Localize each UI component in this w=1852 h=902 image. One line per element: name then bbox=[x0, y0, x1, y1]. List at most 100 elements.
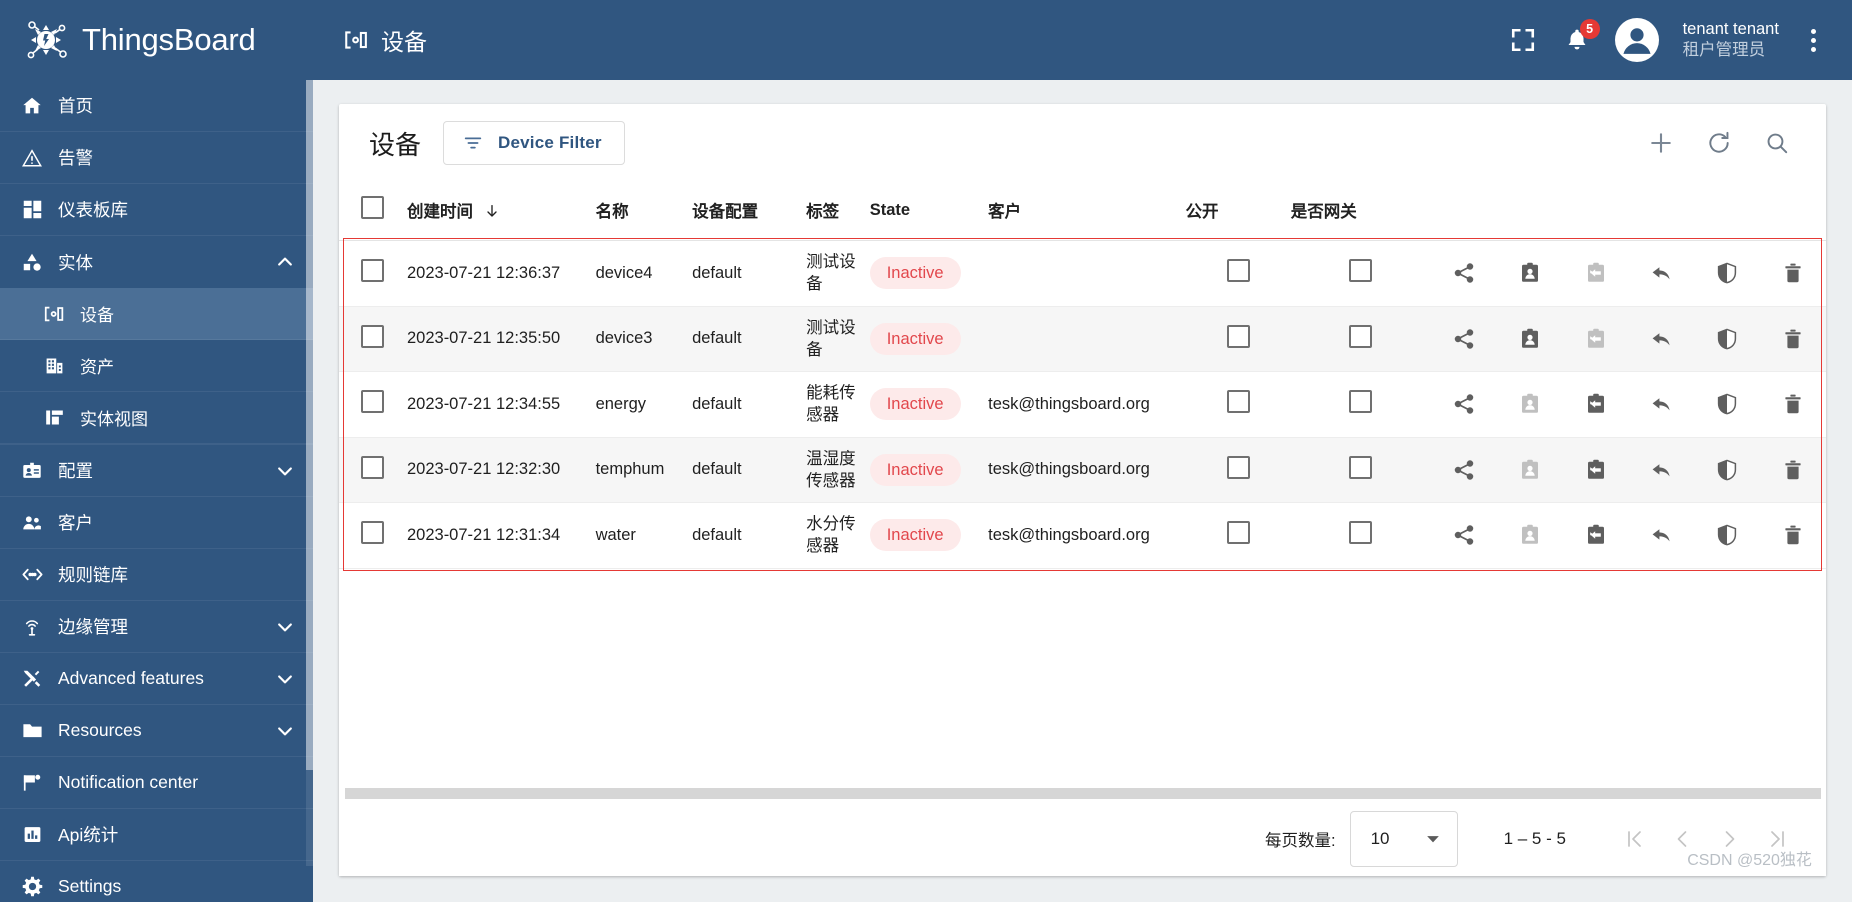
column-header-profile[interactable]: 设备配置 bbox=[692, 182, 807, 241]
devices-table-scroll[interactable]: 创建时间 名称 设备配置 标签 State 客户 公开 是否网关 2023-07… bbox=[339, 182, 1826, 785]
gateway-checkbox[interactable] bbox=[1349, 455, 1373, 479]
sidebar-item-alarms[interactable]: 告警 bbox=[0, 132, 313, 184]
brand[interactable]: ThingsBoard bbox=[0, 0, 313, 80]
table-row[interactable]: 2023-07-21 12:36:37 device4 default 测试设备 Ina… bbox=[339, 240, 1826, 307]
cell-public bbox=[1185, 437, 1291, 504]
manage-credentials-shield-icon[interactable] bbox=[1714, 457, 1740, 483]
delete-trash-icon[interactable] bbox=[1780, 457, 1806, 483]
sidebar-item-entities[interactable]: 实体 bbox=[0, 236, 313, 288]
sidebar-item-entity-views[interactable]: 实体视图 bbox=[0, 392, 313, 444]
chevron-down-icon[interactable] bbox=[275, 617, 295, 637]
manage-credentials-shield-icon[interactable] bbox=[1714, 522, 1740, 548]
column-header-actions bbox=[1760, 182, 1826, 241]
unassign-from-customer-icon[interactable] bbox=[1583, 522, 1609, 548]
column-header-gateway[interactable]: 是否网关 bbox=[1290, 182, 1432, 241]
column-header-label[interactable]: 标签 bbox=[806, 182, 870, 241]
horizontal-scrollbar-thumb[interactable] bbox=[345, 788, 1821, 799]
public-checkbox[interactable] bbox=[1226, 259, 1250, 283]
share-icon[interactable] bbox=[1451, 326, 1477, 352]
table-row[interactable]: 2023-07-21 12:31:34 water default 水分传感器 Inac… bbox=[339, 502, 1826, 569]
share-icon[interactable] bbox=[1451, 260, 1477, 286]
sidebar-item-customers[interactable]: 客户 bbox=[0, 497, 313, 549]
assign-to-customer-icon[interactable] bbox=[1517, 326, 1543, 352]
assign-to-customer-icon[interactable] bbox=[1517, 260, 1543, 286]
public-checkbox[interactable] bbox=[1226, 455, 1250, 479]
row-checkbox[interactable] bbox=[361, 455, 384, 479]
chevron-up-icon[interactable] bbox=[275, 252, 295, 272]
manage-credentials-shield-icon[interactable] bbox=[1714, 326, 1740, 352]
chevron-down-icon[interactable] bbox=[275, 669, 295, 689]
share-icon[interactable] bbox=[1451, 522, 1477, 548]
column-header-created[interactable]: 创建时间 bbox=[406, 182, 596, 241]
sidebar-item-notification-center[interactable]: Notification center bbox=[0, 757, 313, 809]
make-public-icon[interactable] bbox=[1648, 522, 1674, 548]
row-checkbox[interactable] bbox=[361, 259, 384, 283]
sidebar-item-rule-chains[interactable]: 规则链库 bbox=[0, 549, 313, 601]
sidebar-item-resources[interactable]: Resources bbox=[0, 705, 313, 757]
cell-action bbox=[1694, 306, 1761, 373]
make-public-icon[interactable] bbox=[1648, 260, 1674, 286]
table-row[interactable]: 2023-07-21 12:35:50 device3 default 测试设备 Ina… bbox=[339, 306, 1826, 373]
sidebar-item-dashboards[interactable]: 仪表板库 bbox=[0, 184, 313, 236]
table-row[interactable]: 2023-07-21 12:34:55 energy default 能耗传感器 Ina… bbox=[339, 371, 1826, 438]
sidebar-item-advanced-features[interactable]: Advanced features bbox=[0, 653, 313, 705]
unassign-from-customer-icon[interactable] bbox=[1583, 391, 1609, 417]
avatar[interactable] bbox=[1614, 18, 1659, 62]
column-header-state[interactable]: State bbox=[869, 182, 989, 241]
public-checkbox[interactable] bbox=[1226, 390, 1250, 414]
column-header-customer[interactable]: 客户 bbox=[988, 182, 1186, 241]
row-checkbox[interactable] bbox=[361, 521, 384, 545]
make-public-icon[interactable] bbox=[1648, 326, 1674, 352]
delete-trash-icon[interactable] bbox=[1780, 391, 1806, 417]
manage-credentials-shield-icon[interactable] bbox=[1714, 391, 1740, 417]
sidebar-nav: 首页 告警 仪表板库 实体 设备 资产 实体视图 配置 客户 规则链库 边缘管理… bbox=[0, 80, 313, 902]
items-per-page-select[interactable]: 10 bbox=[1349, 810, 1458, 867]
sidebar-item-settings[interactable]: Settings bbox=[0, 861, 313, 902]
cell-label: 温湿度传感器 bbox=[806, 437, 870, 504]
more-vertical-icon[interactable] bbox=[1801, 23, 1826, 58]
delete-trash-icon[interactable] bbox=[1780, 522, 1806, 548]
sidebar-item-assets[interactable]: 资产 bbox=[0, 340, 313, 392]
row-checkbox[interactable] bbox=[361, 324, 384, 348]
column-header-name[interactable]: 名称 bbox=[595, 182, 693, 241]
device-icon bbox=[343, 27, 369, 53]
share-icon[interactable] bbox=[1451, 391, 1477, 417]
sidebar-item-api-usage[interactable]: Api统计 bbox=[0, 809, 313, 861]
make-public-icon[interactable] bbox=[1648, 457, 1674, 483]
horizontal-scrollbar-track[interactable] bbox=[339, 785, 1826, 800]
public-checkbox[interactable] bbox=[1226, 521, 1250, 545]
sidebar-item-edge[interactable]: 边缘管理 bbox=[0, 601, 313, 653]
delete-trash-icon[interactable] bbox=[1780, 260, 1806, 286]
user-info[interactable]: tenant tenant 租户管理员 bbox=[1683, 19, 1779, 60]
delete-trash-icon[interactable] bbox=[1780, 326, 1806, 352]
plus-icon[interactable] bbox=[1646, 128, 1676, 158]
device-filter-button[interactable]: Device Filter bbox=[443, 121, 625, 165]
page-range-label: 1 – 5 - 5 bbox=[1503, 828, 1566, 848]
column-header-public[interactable]: 公开 bbox=[1185, 182, 1291, 241]
cell-action bbox=[1694, 240, 1761, 307]
public-checkbox[interactable] bbox=[1226, 324, 1250, 348]
gateway-checkbox[interactable] bbox=[1349, 259, 1373, 283]
row-checkbox[interactable] bbox=[361, 390, 384, 414]
unassign-from-customer-icon[interactable] bbox=[1583, 457, 1609, 483]
chevron-down-icon[interactable] bbox=[275, 461, 295, 481]
table-row[interactable]: 2023-07-21 12:32:30 temphum default 温湿度传感器 I… bbox=[339, 437, 1826, 504]
select-all-checkbox[interactable] bbox=[361, 196, 384, 219]
manage-credentials-shield-icon[interactable] bbox=[1714, 260, 1740, 286]
search-icon[interactable] bbox=[1762, 128, 1792, 158]
gateway-checkbox[interactable] bbox=[1349, 324, 1373, 348]
sidebar-item-devices[interactable]: 设备 bbox=[0, 288, 313, 340]
sidebar-item-home[interactable]: 首页 bbox=[0, 80, 313, 132]
gateway-checkbox[interactable] bbox=[1349, 390, 1373, 414]
cell-gateway bbox=[1290, 371, 1432, 438]
sidebar-scrollbar-thumb[interactable] bbox=[306, 80, 313, 770]
sidebar-item-profiles[interactable]: 配置 bbox=[0, 445, 313, 497]
bell-icon[interactable]: 5 bbox=[1561, 19, 1600, 56]
gateway-checkbox[interactable] bbox=[1349, 521, 1373, 545]
share-icon[interactable] bbox=[1451, 457, 1477, 483]
refresh-icon[interactable] bbox=[1704, 128, 1734, 158]
first-page-icon[interactable] bbox=[1610, 815, 1658, 863]
chevron-down-icon[interactable] bbox=[275, 721, 295, 741]
fullscreen-icon[interactable] bbox=[1507, 24, 1539, 56]
make-public-icon[interactable] bbox=[1648, 391, 1674, 417]
